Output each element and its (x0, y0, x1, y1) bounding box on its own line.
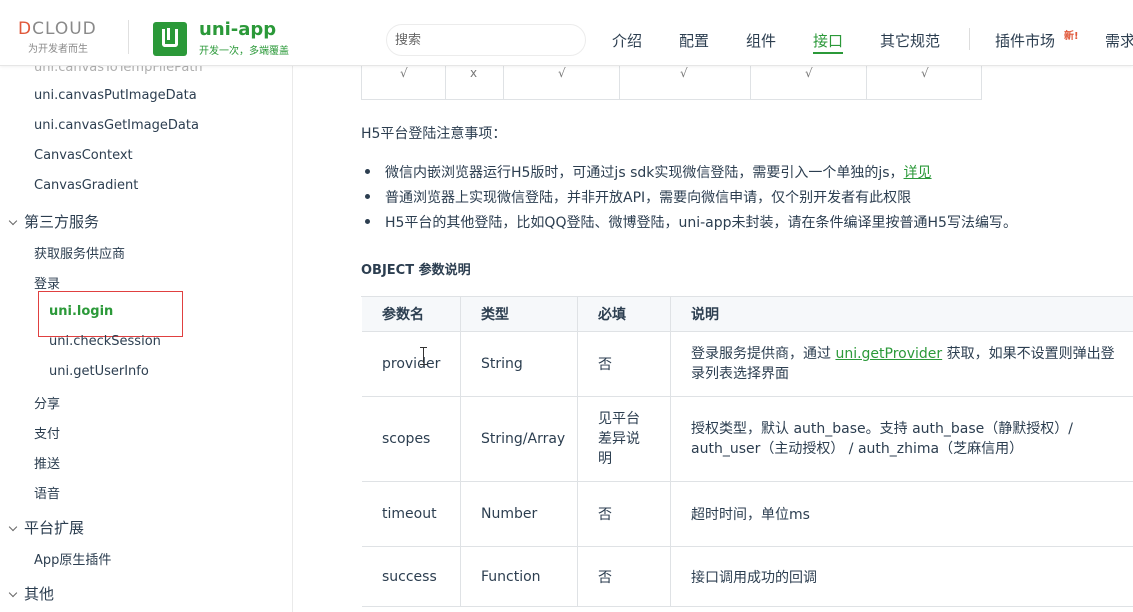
table-row: timeout Number 否 超时时间，单位ms (362, 482, 1133, 547)
param-type: Number (461, 482, 578, 546)
param-type: String/Array (461, 397, 578, 481)
column-header: 说明 (691, 307, 719, 323)
nav-intro[interactable]: 介绍 (612, 30, 642, 51)
uni-app-logo-icon[interactable] (153, 22, 187, 56)
column-header: 类型 (461, 297, 578, 331)
sidebar-item-canvas-to-temp[interactable]: uni.canvasToTempFilePath (34, 66, 203, 75)
table-cell: √ (400, 66, 408, 80)
sidebar: uni.canvasToTempFilePath uni.canvasPutIm… (0, 66, 293, 612)
param-name: scopes (362, 397, 461, 481)
nav-api[interactable]: 接口 (813, 30, 844, 54)
params-table: 参数名 类型 必填 说明 provider String 否 登录服务提供商，通… (361, 296, 1133, 607)
table-cell: √ (680, 66, 688, 80)
param-required: 见平台差异说明 (578, 397, 671, 481)
table-cell: √ (921, 66, 929, 80)
text-cursor-icon (420, 347, 428, 365)
param-desc: 登录服务提供商，通过 uni.getProvider 获取，如果不设置则弹出登录… (691, 346, 1115, 382)
nav-config[interactable]: 配置 (679, 30, 709, 51)
nav-requirements[interactable]: 需求 (1105, 30, 1133, 51)
header-divider (128, 20, 129, 54)
sidebar-item-share[interactable]: 分享 (34, 393, 60, 412)
param-name: timeout (362, 482, 461, 546)
table-row: success Function 否 接口调用成功的回调 (362, 547, 1133, 607)
list-item: 微信内嵌浏览器运行H5版时，可通过js sdk实现微信登陆，需要引入一个单独的j… (365, 162, 932, 182)
param-desc: 接口调用成功的回调 (691, 569, 817, 586)
uni-app-title[interactable]: uni-app (199, 19, 276, 40)
platform-support-table: √ x √ √ √ √ (361, 66, 982, 100)
main-content: √ x √ √ √ √ H5平台登陆注意事项： 微信内嵌浏览器运行H5版时，可通… (293, 66, 1133, 612)
dcloud-logo-text: CLOUD (32, 19, 97, 39)
sidebar-item-voice[interactable]: 语音 (34, 483, 60, 502)
uni-app-slogan: 开发一次，多端覆盖 (199, 46, 289, 57)
nav-plugin-market[interactable]: 插件市场 (995, 30, 1055, 51)
nav-divider (969, 28, 970, 50)
details-link[interactable]: 详见 (904, 165, 932, 181)
get-provider-link[interactable]: uni.getProvider (835, 346, 942, 362)
search-input[interactable] (386, 24, 586, 56)
sidebar-item-get-provider[interactable]: 获取服务供应商 (34, 243, 125, 262)
object-params-title: OBJECT 参数说明 (361, 263, 471, 278)
dcloud-slogan: 为开发者而生 (28, 44, 88, 55)
nav-other-specs[interactable]: 其它规范 (880, 30, 940, 51)
top-header: DCLOUD 为开发者而生 uni-app 开发一次，多端覆盖 介绍 配置 组件… (0, 0, 1133, 66)
table-cell: x (470, 66, 478, 80)
column-header: 参数名 (362, 297, 461, 331)
sidebar-item-login[interactable]: 登录 (34, 273, 60, 292)
sidebar-item-payment[interactable]: 支付 (34, 423, 60, 442)
sidebar-item-canvas-context[interactable]: CanvasContext (34, 148, 133, 163)
table-cell: √ (558, 66, 566, 80)
sidebar-item-uni-check-session[interactable]: uni.checkSession (49, 334, 161, 349)
table-row: scopes String/Array 见平台差异说明 授权类型，默认 auth… (362, 397, 1133, 482)
sidebar-item-uni-login[interactable]: uni.login (49, 304, 113, 319)
list-item: 普通浏览器上实现微信登陆，并非开放API，需要向微信申请，仅个别开发者有此权限 (365, 187, 911, 207)
param-desc: 超时时间，单位ms (691, 507, 810, 523)
param-type: Function (461, 547, 578, 606)
sidebar-item-canvas-put-image-data[interactable]: uni.canvasPutImageData (34, 88, 197, 103)
param-name: provider (362, 332, 461, 396)
new-badge: 新! (1064, 31, 1079, 42)
column-header: 必填 (578, 297, 671, 331)
sidebar-group-third-party[interactable]: 第三方服务 (8, 211, 99, 232)
param-name: success (362, 547, 461, 606)
sidebar-item-push[interactable]: 推送 (34, 453, 60, 472)
chevron-down-icon (8, 522, 18, 532)
sidebar-item-canvas-gradient[interactable]: CanvasGradient (34, 178, 138, 193)
sidebar-group-platform[interactable]: 平台扩展 (8, 517, 84, 538)
dcloud-logo[interactable]: DCLOUD 为开发者而生 (18, 20, 114, 55)
table-header-row: 参数名 类型 必填 说明 (362, 297, 1133, 332)
list-item: H5平台的其他登陆，比如QQ登陆、微博登陆，uni-app未封装，请在条件编译里… (365, 212, 1017, 232)
nav-components[interactable]: 组件 (746, 30, 776, 51)
param-required: 否 (578, 547, 671, 606)
sidebar-item-canvas-get-image-data[interactable]: uni.canvasGetImageData (34, 118, 199, 133)
sidebar-item-native-plugin[interactable]: App原生插件 (34, 549, 111, 568)
h5-notes-title: H5平台登陆注意事项： (361, 126, 507, 142)
chevron-down-icon (8, 588, 18, 598)
param-type: String (461, 332, 578, 396)
sidebar-group-other[interactable]: 其他 (8, 583, 54, 604)
param-required: 否 (578, 332, 671, 396)
table-row: provider String 否 登录服务提供商，通过 uni.getProv… (362, 332, 1133, 397)
sidebar-item-uni-get-user-info[interactable]: uni.getUserInfo (49, 364, 149, 379)
table-cell: √ (805, 66, 813, 80)
param-desc: 授权类型，默认 auth_base。支持 auth_base（静默授权）/ au… (691, 421, 1073, 457)
chevron-down-icon (8, 216, 18, 226)
param-required: 否 (578, 482, 671, 546)
